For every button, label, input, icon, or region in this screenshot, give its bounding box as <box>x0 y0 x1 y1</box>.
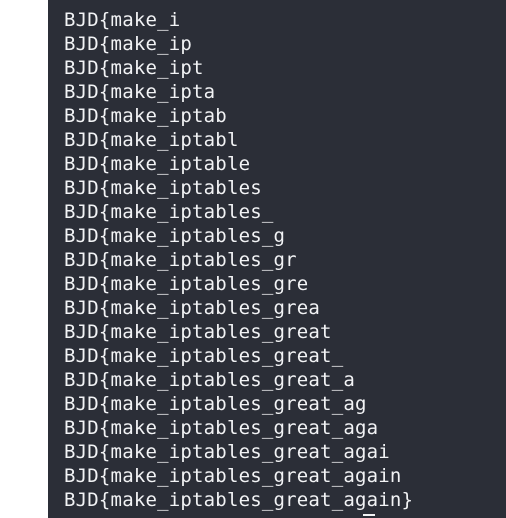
output-line: BJD{make_iptables_great <box>64 321 332 343</box>
output-line: BJD{make_iptables_great_again <box>64 465 402 487</box>
output-line: BJD{make_iptables_ <box>64 201 274 223</box>
terminal-window[interactable]: BJD{make_i BJD{make_ip BJD{make_ipt BJD{… <box>48 0 506 518</box>
output-line: BJD{make_iptables <box>64 177 262 199</box>
output-line: BJD{make_ipta <box>64 81 216 103</box>
output-line: BJD{make_iptables_great_ <box>64 345 344 367</box>
terminal-output: BJD{make_i BJD{make_ip BJD{make_ipt BJD{… <box>64 8 413 512</box>
text-cursor <box>363 514 375 516</box>
output-line: BJD{make_iptables_great_a <box>64 369 355 391</box>
output-line: BJD{make_iptables_great_agai <box>64 441 390 463</box>
output-line: BJD{make_iptables_gre <box>64 273 309 295</box>
output-line: BJD{make_iptab <box>64 105 227 127</box>
output-line: BJD{make_iptables_grea <box>64 297 321 319</box>
output-line: BJD{make_iptables_g <box>64 225 286 247</box>
output-line: BJD{make_iptables_gr <box>64 249 297 271</box>
output-line: BJD{make_iptables_great_aga <box>64 417 379 439</box>
output-line: BJD{make_iptable <box>64 153 251 175</box>
output-line: BJD{make_i <box>64 9 181 31</box>
output-line: BJD{make_iptables_great_again} <box>64 489 414 511</box>
output-line: BJD{make_iptabl <box>64 129 239 151</box>
output-line: BJD{make_ipt <box>64 57 204 79</box>
output-line: BJD{make_ip <box>64 33 193 55</box>
output-line: BJD{make_iptables_great_ag <box>64 393 367 415</box>
